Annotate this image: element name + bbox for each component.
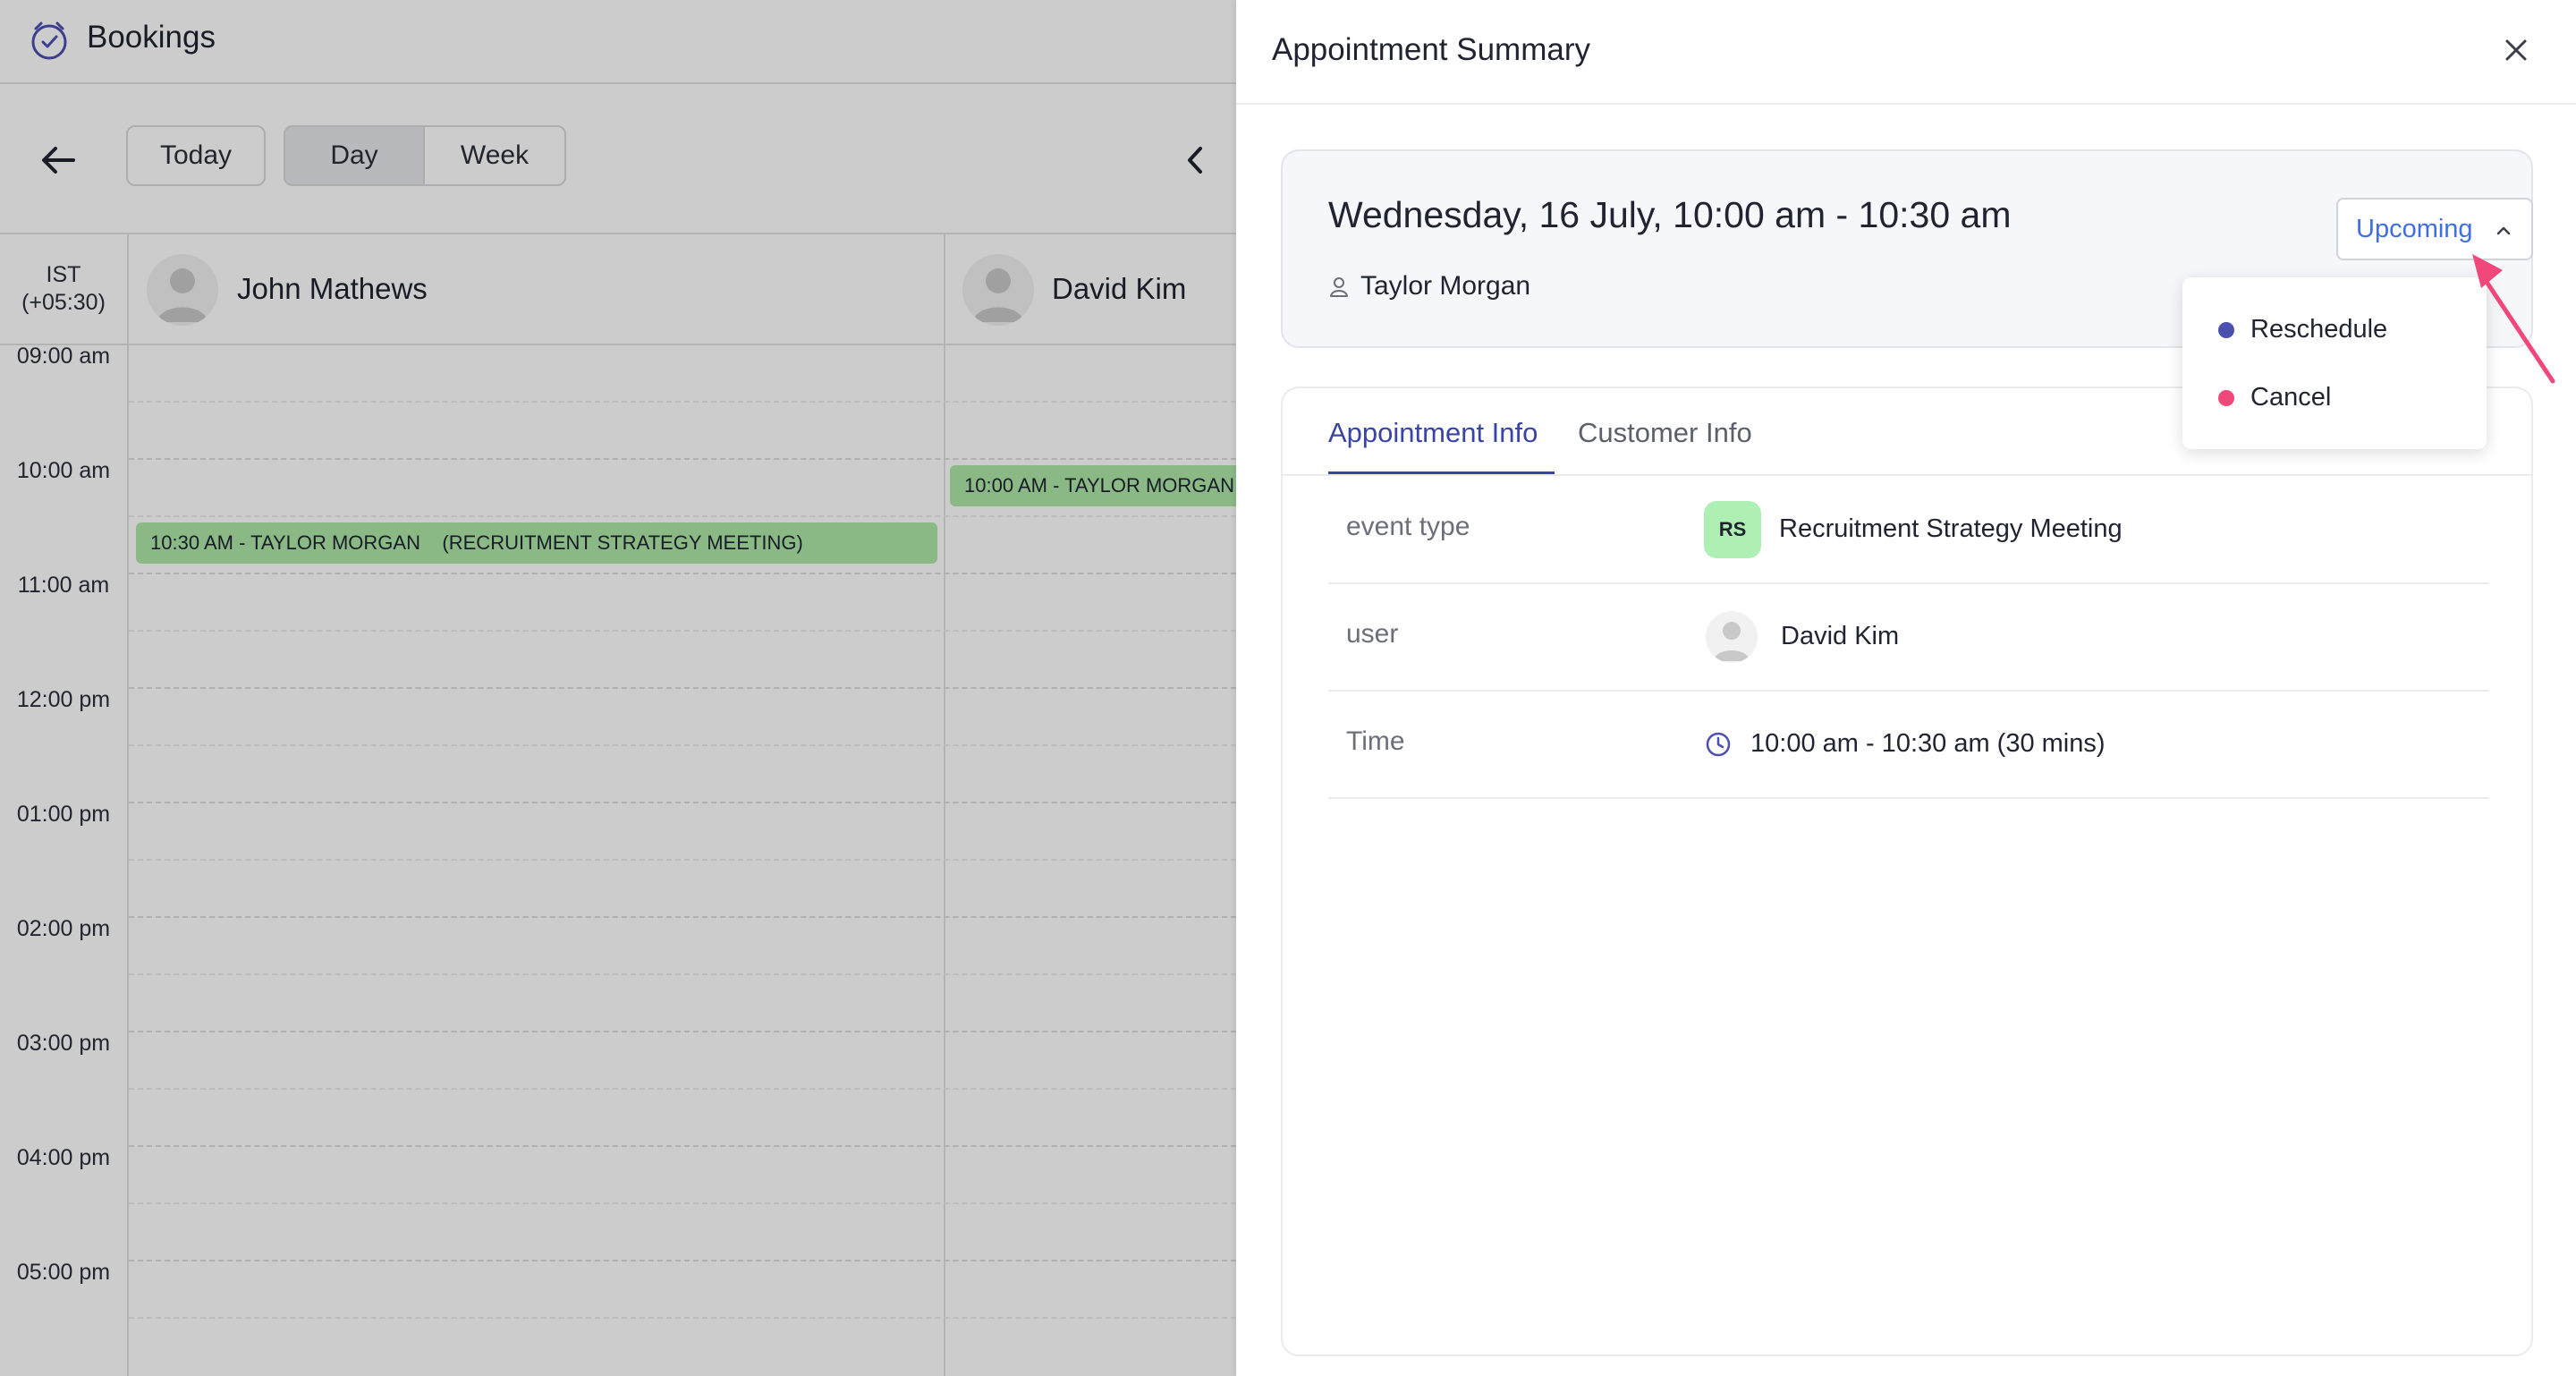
event-type-name: Recruitment Strategy Meeting bbox=[1779, 514, 2123, 543]
modal-overlay[interactable] bbox=[0, 0, 1236, 1376]
time-range: 10:00 am - 10:30 am (30 mins) bbox=[1750, 729, 2106, 758]
tab-customer-info[interactable]: Customer Info bbox=[1578, 417, 1752, 449]
divider bbox=[1236, 103, 2576, 105]
status-dropdown-menu: Reschedule Cancel bbox=[2182, 277, 2487, 449]
user-value: David Kim bbox=[1704, 583, 1899, 690]
person-avatar-icon bbox=[1714, 621, 1750, 661]
menu-item-label: Reschedule bbox=[2250, 315, 2388, 344]
customer-name: Taylor Morgan bbox=[1360, 271, 1531, 301]
person-icon bbox=[1330, 277, 1348, 297]
info-row-user: user David Kim bbox=[1328, 583, 2489, 692]
info-row-event-type: event type RS Recruitment Strategy Meeti… bbox=[1328, 476, 2489, 584]
time-label: Time bbox=[1346, 726, 1405, 756]
avatar bbox=[1706, 610, 1758, 663]
user-name: David Kim bbox=[1781, 622, 1900, 650]
user-label: user bbox=[1346, 619, 1399, 649]
bookings-app: Bookings Today Day Week IST (+05:30) Joh… bbox=[0, 0, 1236, 1376]
menu-item-reschedule[interactable]: Reschedule bbox=[2218, 315, 2387, 344]
annotation-arrow-icon bbox=[2472, 254, 2555, 384]
panel-title: Appointment Summary bbox=[1272, 32, 1590, 67]
time-value: 10:00 am - 10:30 am (30 mins) bbox=[1704, 691, 2106, 797]
event-type-label: event type bbox=[1346, 512, 1470, 541]
appointment-summary-panel: Appointment Summary Wednesday, 16 July, … bbox=[1236, 0, 2576, 1376]
info-row-time: Time 10:00 am - 10:30 am (30 mins) bbox=[1328, 691, 2489, 799]
appointment-details-card: Appointment Info Customer Info event typ… bbox=[1281, 386, 2533, 1356]
appointment-customer: Taylor Morgan bbox=[1328, 271, 1530, 302]
chevron-up-icon bbox=[2496, 226, 2511, 235]
appointment-datetime: Wednesday, 16 July, 10:00 am - 10:30 am bbox=[1328, 194, 2012, 235]
tab-appointment-info[interactable]: Appointment Info bbox=[1328, 417, 1538, 449]
menu-item-label: Cancel bbox=[2250, 383, 2332, 412]
clock-icon bbox=[1706, 732, 1731, 756]
close-icon[interactable] bbox=[2500, 34, 2532, 66]
event-type-badge: RS bbox=[1704, 500, 1761, 558]
menu-item-cancel[interactable]: Cancel bbox=[2218, 383, 2331, 412]
reschedule-dot-icon bbox=[2218, 321, 2234, 338]
cancel-dot-icon bbox=[2218, 389, 2234, 406]
status-value: Upcoming bbox=[2356, 214, 2473, 243]
event-type-value: RS Recruitment Strategy Meeting bbox=[1704, 476, 2123, 582]
